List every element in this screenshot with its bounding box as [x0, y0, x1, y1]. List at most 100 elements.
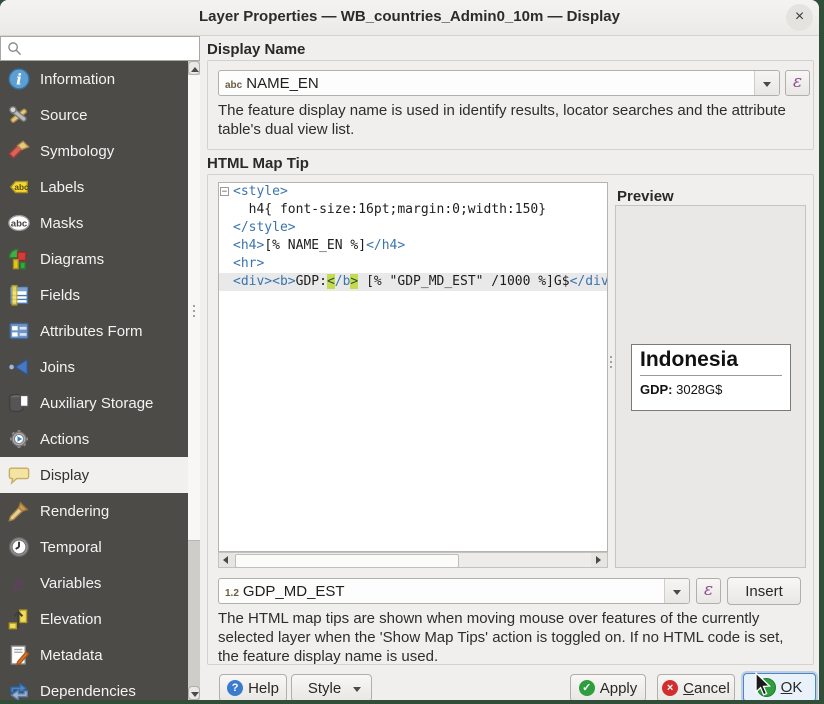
sidebar-item-label: Rendering	[40, 503, 109, 520]
masks-icon: abc	[8, 212, 30, 234]
search-icon	[7, 41, 22, 56]
field-combo[interactable]: 1.2 GDP_MD_EST	[218, 578, 690, 604]
dependencies-icon	[8, 680, 30, 700]
sidebar-item-elevation[interactable]: Elevation	[0, 601, 188, 637]
sidebar-item-attributes-form[interactable]: Attributes Form	[0, 313, 188, 349]
sidebar-item-masks[interactable]: abc Masks	[0, 205, 188, 241]
sidebar-scrollbar-thumb[interactable]	[188, 75, 200, 541]
joins-icon	[8, 356, 30, 378]
preview-title: Preview	[617, 188, 674, 205]
variables-icon: ε	[8, 572, 30, 594]
map-tip-preview-tooltip: Indonesia GDP: 3028G$	[631, 344, 791, 411]
sidebar-item-symbology[interactable]: Symbology	[0, 133, 188, 169]
scroll-up-icon[interactable]	[188, 61, 200, 75]
sidebar-scrollbar[interactable]	[188, 61, 200, 700]
sidebar-item-label: Symbology	[40, 143, 114, 160]
layer-properties-dialog: Layer Properties — WB_countries_Admin0_1…	[0, 0, 819, 700]
editor-horizontal-scrollbar[interactable]	[218, 552, 608, 568]
sidebar-item-dependencies[interactable]: Dependencies	[0, 673, 188, 700]
sidebar-item-label: Fields	[40, 287, 80, 304]
sidebar-item-fields[interactable]: Fields	[0, 277, 188, 313]
sidebar-item-label: Display	[40, 467, 89, 484]
chevron-down-icon[interactable]	[664, 579, 689, 603]
sidebar-item-label: Variables	[40, 575, 101, 592]
sidebar-search-input[interactable]	[0, 36, 200, 61]
sidebar-item-label: Metadata	[40, 647, 103, 664]
sidebar-item-rendering[interactable]: Rendering	[0, 493, 188, 529]
fields-icon	[8, 284, 30, 306]
sidebar-item-diagrams[interactable]: Diagrams	[0, 241, 188, 277]
fold-marker-icon[interactable]: −	[220, 187, 229, 196]
style-dropdown-button[interactable]: Style	[291, 674, 372, 700]
splitter-handle[interactable]	[610, 356, 612, 358]
code-line[interactable]: <h4>[% NAME_EN %]</h4>	[219, 237, 607, 255]
svg-text:abc: abc	[11, 218, 28, 229]
display-name-section-title: Display Name	[207, 41, 305, 58]
map-tip-help-text: The HTML map tips are shown when moving …	[218, 609, 793, 666]
sidebar-item-joins[interactable]: Joins	[0, 349, 188, 385]
field-type-abc-icon: abc	[225, 80, 242, 91]
code-line[interactable]: h4{ font-size:16pt;margin:0;width:150}	[219, 201, 607, 219]
sidebar-item-label: Elevation	[40, 611, 102, 628]
sidebar-item-label: Labels	[40, 179, 84, 196]
help-icon: ?	[227, 680, 243, 696]
sidebar-item-actions[interactable]: Actions	[0, 421, 188, 457]
apply-check-icon: ✓	[579, 680, 595, 696]
metadata-icon	[8, 644, 30, 666]
map-tip-code-editor[interactable]: − <style> h4{ font-size:16pt;margin:0;wi…	[218, 182, 608, 552]
map-tip-section-title: HTML Map Tip	[207, 155, 309, 172]
sidebar-item-auxiliary-storage[interactable]: Auxiliary Storage	[0, 385, 188, 421]
editor-scrollbar-thumb[interactable]	[235, 554, 459, 568]
sidebar-item-source[interactable]: Source	[0, 97, 188, 133]
sidebar-item-variables[interactable]: ε Variables	[0, 565, 188, 601]
sidebar-item-label: Diagrams	[40, 251, 104, 268]
attributes-form-icon	[8, 320, 30, 342]
svg-text:abc: abc	[14, 183, 29, 192]
labels-icon: abc	[8, 176, 30, 198]
code-line[interactable]: <hr>	[219, 255, 607, 273]
symbology-icon	[8, 140, 30, 162]
insert-button[interactable]: Insert	[727, 577, 801, 605]
code-line[interactable]: </style>	[219, 219, 607, 237]
chevron-down-icon	[353, 687, 361, 692]
cancel-button[interactable]: × Cancel	[657, 674, 735, 700]
scroll-down-icon[interactable]	[188, 686, 200, 700]
sidebar-item-label: Dependencies	[40, 683, 136, 700]
sidebar-item-information[interactable]: i Information	[0, 61, 188, 97]
sidebar-item-display[interactable]: Display	[0, 457, 188, 493]
help-button[interactable]: ? Help	[219, 674, 287, 700]
desktop-background: Layer Properties — WB_countries_Admin0_1…	[0, 0, 824, 704]
apply-button[interactable]: ✓ Apply	[570, 674, 646, 700]
code-line[interactable]: <div><b>GDP:</b> [% "GDP_MD_EST" /1000 %…	[219, 273, 607, 291]
sidebar: i Information Source Symbology ab	[0, 61, 200, 700]
display-name-expression-button[interactable]: ε	[785, 70, 810, 96]
scroll-right-icon[interactable]	[591, 553, 607, 567]
temporal-icon	[8, 536, 30, 558]
display-name-value: NAME_EN	[246, 75, 319, 92]
titlebar[interactable]: Layer Properties — WB_countries_Admin0_1…	[0, 0, 819, 36]
preview-gdp-label: GDP:	[640, 382, 673, 397]
sidebar-item-label: Information	[40, 71, 115, 88]
sidebar-item-label: Auxiliary Storage	[40, 395, 153, 412]
display-icon	[8, 464, 30, 486]
sidebar-item-label: Joins	[40, 359, 75, 376]
sidebar-item-metadata[interactable]: Metadata	[0, 637, 188, 673]
code-line-list: − <style> h4{ font-size:16pt;margin:0;wi…	[219, 183, 607, 291]
sidebar-item-label: Source	[40, 107, 88, 124]
sidebar-item-label: Temporal	[40, 539, 102, 556]
auxiliary-storage-icon	[8, 392, 30, 414]
window-title: Layer Properties — WB_countries_Admin0_1…	[0, 8, 819, 25]
chevron-down-icon[interactable]	[754, 71, 779, 95]
sidebar-item-label: Attributes Form	[40, 323, 143, 340]
sidebar-item-temporal[interactable]: Temporal	[0, 529, 188, 565]
display-name-help-text: The feature display name is used in iden…	[218, 101, 810, 139]
cancel-x-icon: ×	[662, 680, 678, 696]
code-line[interactable]: − <style>	[219, 183, 607, 201]
close-icon[interactable]: ×	[786, 4, 813, 31]
display-name-combo[interactable]: abc NAME_EN	[218, 70, 780, 96]
map-tip-expression-button[interactable]: ε	[696, 578, 721, 604]
svg-text:i: i	[16, 71, 22, 89]
scroll-left-icon[interactable]	[219, 553, 235, 567]
map-tip-preview-panel: Indonesia GDP: 3028G$	[615, 205, 806, 568]
sidebar-item-labels[interactable]: abc Labels	[0, 169, 188, 205]
